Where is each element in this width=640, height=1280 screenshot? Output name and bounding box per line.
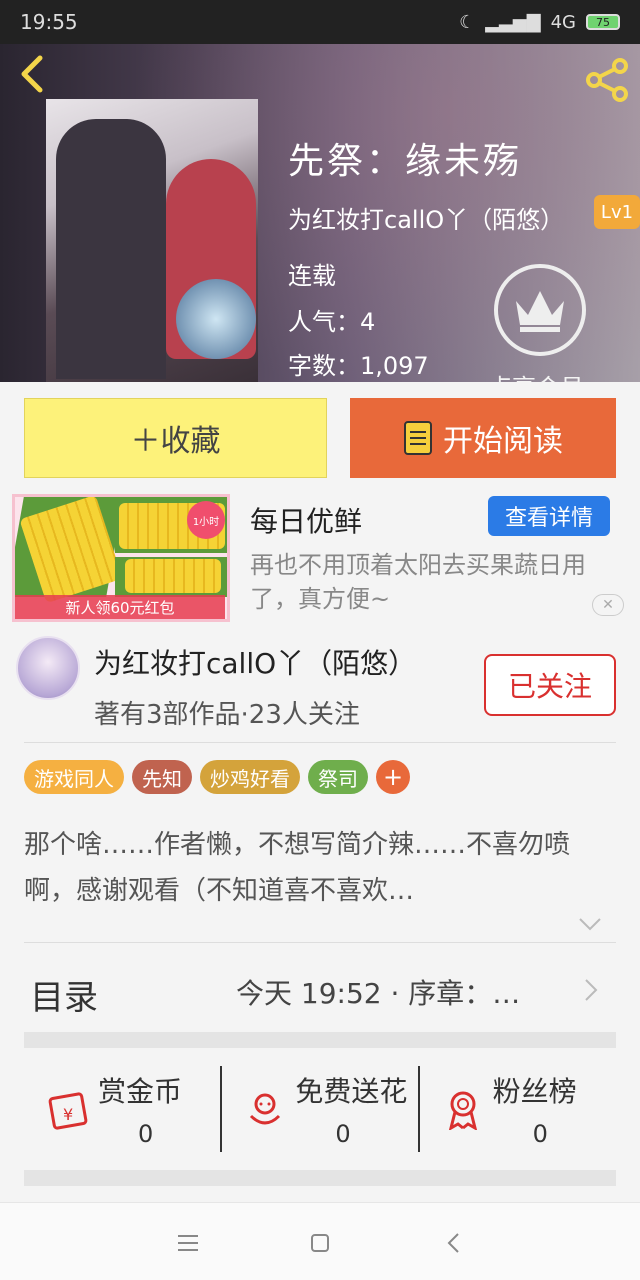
expand-chevron-icon[interactable]	[578, 916, 602, 932]
latest-chapter: 今天 19:52 · 序章：…	[236, 977, 521, 1010]
divider	[24, 742, 616, 743]
book-author[interactable]: 为红妆打callO丫（陌悠）	[288, 200, 564, 235]
chevron-right-icon	[585, 979, 598, 1001]
book-icon	[404, 421, 432, 455]
author-name[interactable]: 为红妆打callO丫（陌悠）	[94, 642, 416, 682]
toc-label: 目录	[30, 978, 98, 1018]
system-navigation-bar	[0, 1202, 640, 1280]
start-reading-button[interactable]: 开始阅读	[350, 398, 616, 478]
tag-chip[interactable]: 游戏同人	[24, 760, 124, 794]
crown-icon	[516, 291, 564, 332]
ad-image[interactable]: 1小时 新人领60元红包	[12, 494, 230, 622]
table-of-contents-row[interactable]: 目录 今天 19:52 · 序章：…	[24, 958, 616, 1028]
back-nav-icon[interactable]	[440, 1229, 468, 1257]
book-word-count: 字数：1,097	[288, 352, 429, 380]
stat-label: 赏金币	[98, 1075, 183, 1108]
section-spacer	[24, 1170, 616, 1186]
ad-banner[interactable]: 1小时 新人领60元红包 每日优鲜 再也不用顶着太阳去买果蔬日用了，真方便~ 查…	[12, 494, 640, 624]
vip-label[interactable]: 点亮会员	[488, 368, 584, 382]
vip-button[interactable]	[494, 264, 586, 356]
stat-label: 粉丝榜	[492, 1075, 577, 1108]
stat-value: 0	[138, 1120, 154, 1148]
status-icons: ☾ ▂▃▅▇ 4G 75	[459, 12, 620, 33]
free-flowers[interactable]: 免费送花 0	[221, 1062, 418, 1162]
book-header: 先祭：缘未殇 为红妆打callO丫（陌悠） Lv1 连载 人气：4 字数：1,0…	[0, 44, 640, 382]
start-reading-label: 开始阅读	[443, 424, 563, 459]
ad-title: 每日优鲜	[250, 505, 363, 538]
red-envelope-icon: ¥	[48, 1092, 88, 1130]
add-tag-button[interactable]: +	[376, 760, 410, 794]
ad-close-button[interactable]: ✕	[592, 594, 624, 616]
medal-icon	[448, 1091, 477, 1130]
ad-description: 再也不用顶着太阳去买果蔬日用了，真方便~	[250, 551, 586, 613]
tag-list: 游戏同人 先知 炒鸡好看 祭司 +	[24, 760, 410, 794]
fan-ranking[interactable]: 粉丝榜 0	[419, 1062, 616, 1162]
book-popularity: 人气：4	[288, 308, 376, 336]
reward-coins[interactable]: ¥ 赏金币 0	[24, 1062, 221, 1162]
moon-icon: ☾	[459, 11, 476, 33]
stat-label: 免费送花	[295, 1075, 408, 1108]
author-meta: 著有3部作品·23人关注	[94, 700, 360, 730]
signal-icon: ▂▃▅▇	[485, 11, 541, 33]
tag-chip[interactable]: 先知	[132, 760, 192, 794]
back-icon[interactable]	[14, 54, 50, 94]
book-description[interactable]: 那个啥……作者懒，不想写简介辣……不喜勿喷啊，感谢观看（不知道喜不喜欢…	[24, 822, 616, 914]
status-time: 19:55	[20, 10, 78, 34]
home-icon[interactable]	[306, 1229, 334, 1257]
book-status: 连载	[288, 262, 336, 290]
network-label: 4G	[550, 11, 576, 33]
stats-row: ¥ 赏金币 0 免费送花 0 粉丝榜 0	[24, 1062, 616, 1162]
status-bar: 19:55 ☾ ▂▃▅▇ 4G 75	[0, 0, 640, 44]
share-icon[interactable]	[586, 58, 630, 102]
book-title: 先祭：缘未殇	[288, 141, 523, 182]
add-to-favorites-button[interactable]: ＋收藏	[24, 398, 327, 478]
battery-icon: 75	[586, 14, 620, 30]
ad-details-button[interactable]: 查看详情	[488, 496, 610, 536]
ad-corner-badge: 1小时	[187, 501, 225, 539]
tag-chip[interactable]: 祭司	[308, 760, 368, 794]
flower-icon	[250, 1093, 281, 1125]
follow-button[interactable]: 已关注	[484, 654, 616, 716]
author-card[interactable]: 为红妆打callO丫（陌悠） 著有3部作品·23人关注 已关注	[0, 636, 640, 732]
section-spacer	[24, 1032, 616, 1048]
stat-value: 0	[532, 1120, 548, 1148]
stat-value: 0	[335, 1120, 351, 1148]
svg-text:¥: ¥	[63, 1105, 73, 1124]
menu-icon[interactable]	[174, 1229, 202, 1257]
divider	[24, 942, 616, 943]
tag-chip[interactable]: 炒鸡好看	[200, 760, 300, 794]
author-avatar[interactable]	[16, 636, 80, 700]
level-badge: Lv1	[594, 195, 640, 229]
ad-image-badge: 新人领60元红包	[15, 595, 225, 619]
book-cover[interactable]	[46, 99, 258, 382]
